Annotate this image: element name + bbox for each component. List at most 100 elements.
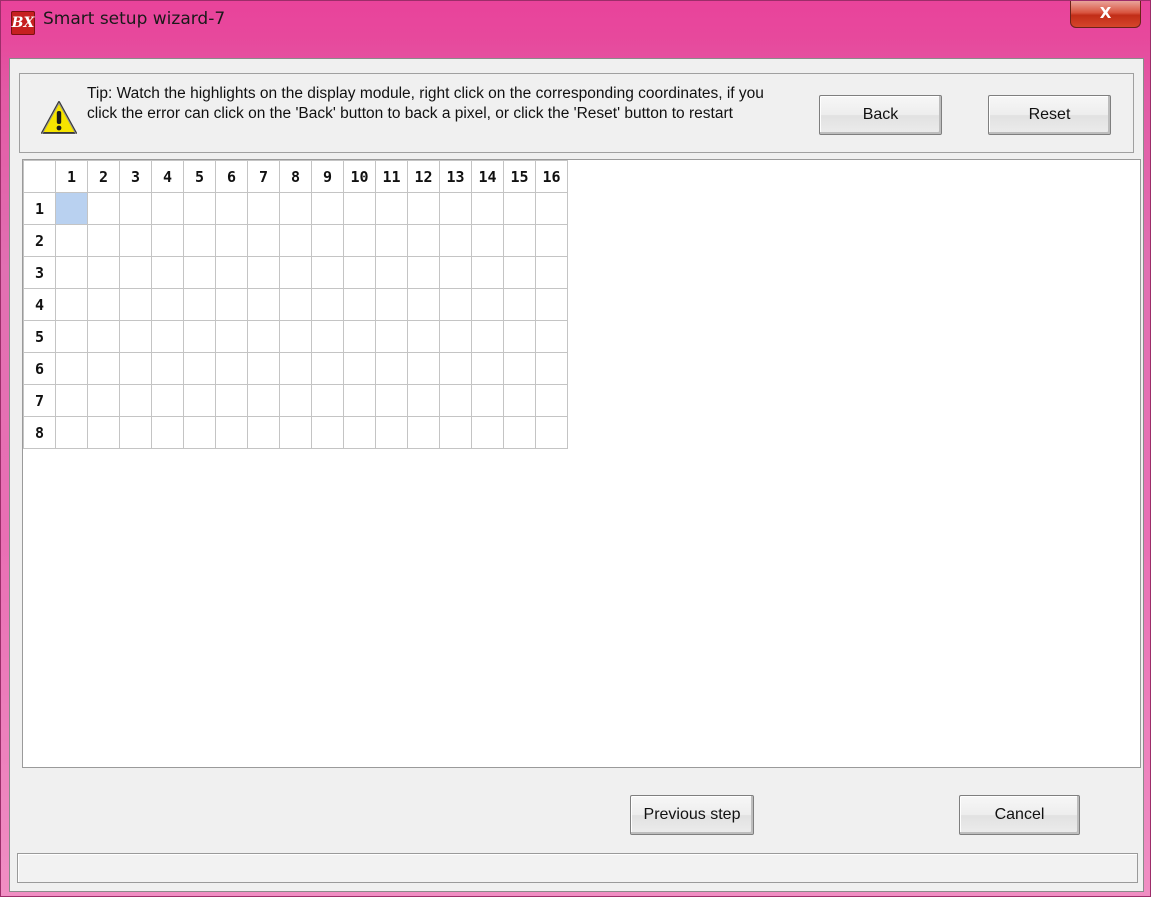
- grid-cell[interactable]: [215, 416, 248, 449]
- grid-cell[interactable]: [87, 416, 120, 449]
- grid-cell-highlighted[interactable]: [55, 192, 88, 225]
- grid-cell[interactable]: [471, 352, 504, 385]
- grid-cell[interactable]: [311, 352, 344, 385]
- grid-cell[interactable]: [407, 256, 440, 289]
- grid-cell[interactable]: [471, 320, 504, 353]
- grid-cell[interactable]: [407, 384, 440, 417]
- grid-cell[interactable]: [215, 320, 248, 353]
- grid-cell[interactable]: [55, 384, 88, 417]
- grid-cell[interactable]: [439, 352, 472, 385]
- grid-cell[interactable]: [279, 192, 312, 225]
- grid-cell[interactable]: [119, 416, 152, 449]
- grid-cell[interactable]: [343, 320, 376, 353]
- grid-cell[interactable]: [279, 416, 312, 449]
- grid-cell[interactable]: [215, 352, 248, 385]
- grid-cell[interactable]: [375, 384, 408, 417]
- grid-cell[interactable]: [439, 384, 472, 417]
- grid-cell[interactable]: [503, 416, 536, 449]
- grid-cell[interactable]: [151, 192, 184, 225]
- grid-cell[interactable]: [247, 256, 280, 289]
- grid-cell[interactable]: [247, 352, 280, 385]
- grid-cell[interactable]: [279, 224, 312, 257]
- grid-cell[interactable]: [119, 256, 152, 289]
- grid-cell[interactable]: [343, 352, 376, 385]
- grid-cell[interactable]: [503, 384, 536, 417]
- grid-cell[interactable]: [343, 192, 376, 225]
- grid-cell[interactable]: [279, 256, 312, 289]
- grid-cell[interactable]: [55, 288, 88, 321]
- grid-cell[interactable]: [535, 352, 568, 385]
- grid-cell[interactable]: [535, 320, 568, 353]
- grid-cell[interactable]: [247, 192, 280, 225]
- cancel-button[interactable]: Cancel: [959, 795, 1080, 835]
- grid-cell[interactable]: [119, 224, 152, 257]
- grid-cell[interactable]: [151, 384, 184, 417]
- grid-cell[interactable]: [247, 224, 280, 257]
- grid-cell[interactable]: [439, 256, 472, 289]
- grid-cell[interactable]: [535, 384, 568, 417]
- grid-cell[interactable]: [55, 256, 88, 289]
- grid-cell[interactable]: [151, 416, 184, 449]
- coordinate-grid-area[interactable]: 1 2 3 4 5 6 7 8 9 10 11 12 13 14 15 16 1 2 3 4 5 6 7 8: [22, 159, 1141, 768]
- grid-cell[interactable]: [247, 320, 280, 353]
- grid-cell[interactable]: [55, 320, 88, 353]
- grid-cell[interactable]: [503, 288, 536, 321]
- grid-cell[interactable]: [279, 384, 312, 417]
- grid-cell[interactable]: [55, 352, 88, 385]
- grid-cell[interactable]: [343, 288, 376, 321]
- grid-cell[interactable]: [311, 192, 344, 225]
- grid-cell[interactable]: [87, 320, 120, 353]
- grid-cell[interactable]: [503, 320, 536, 353]
- grid-cell[interactable]: [471, 256, 504, 289]
- grid-cell[interactable]: [119, 384, 152, 417]
- grid-cell[interactable]: [183, 256, 216, 289]
- grid-cell[interactable]: [375, 320, 408, 353]
- grid-cell[interactable]: [87, 352, 120, 385]
- grid-cell[interactable]: [55, 416, 88, 449]
- grid-cell[interactable]: [311, 384, 344, 417]
- grid-cell[interactable]: [503, 224, 536, 257]
- grid-cell[interactable]: [183, 224, 216, 257]
- grid-cell[interactable]: [375, 192, 408, 225]
- grid-cell[interactable]: [439, 288, 472, 321]
- grid-cell[interactable]: [471, 384, 504, 417]
- grid-cell[interactable]: [503, 352, 536, 385]
- grid-cell[interactable]: [439, 416, 472, 449]
- grid-cell[interactable]: [247, 416, 280, 449]
- grid-cell[interactable]: [439, 192, 472, 225]
- grid-cell[interactable]: [375, 416, 408, 449]
- grid-cell[interactable]: [119, 192, 152, 225]
- grid-cell[interactable]: [87, 384, 120, 417]
- grid-cell[interactable]: [87, 256, 120, 289]
- coordinate-grid[interactable]: 1 2 3 4 5 6 7 8 9 10 11 12 13 14 15 16 1 2 3 4 5 6 7 8: [23, 160, 568, 449]
- grid-cell[interactable]: [535, 192, 568, 225]
- grid-cell[interactable]: [119, 320, 152, 353]
- grid-cell[interactable]: [375, 256, 408, 289]
- grid-cell[interactable]: [183, 288, 216, 321]
- grid-cell[interactable]: [407, 224, 440, 257]
- grid-cell[interactable]: [151, 224, 184, 257]
- grid-cell[interactable]: [503, 192, 536, 225]
- previous-step-button[interactable]: Previous step: [630, 795, 754, 835]
- grid-cell[interactable]: [151, 256, 184, 289]
- grid-cell[interactable]: [535, 256, 568, 289]
- grid-cell[interactable]: [279, 320, 312, 353]
- grid-cell[interactable]: [375, 352, 408, 385]
- grid-cell[interactable]: [407, 288, 440, 321]
- grid-cell[interactable]: [343, 224, 376, 257]
- grid-cell[interactable]: [151, 352, 184, 385]
- grid-cell[interactable]: [375, 224, 408, 257]
- grid-cell[interactable]: [183, 384, 216, 417]
- grid-cell[interactable]: [87, 192, 120, 225]
- grid-cell[interactable]: [119, 352, 152, 385]
- grid-cell[interactable]: [119, 288, 152, 321]
- grid-cell[interactable]: [279, 352, 312, 385]
- grid-cell[interactable]: [535, 224, 568, 257]
- grid-cell[interactable]: [87, 288, 120, 321]
- grid-cell[interactable]: [471, 288, 504, 321]
- reset-button[interactable]: Reset: [988, 95, 1111, 135]
- grid-cell[interactable]: [151, 288, 184, 321]
- grid-cell[interactable]: [183, 320, 216, 353]
- grid-cell[interactable]: [535, 416, 568, 449]
- grid-cell[interactable]: [343, 256, 376, 289]
